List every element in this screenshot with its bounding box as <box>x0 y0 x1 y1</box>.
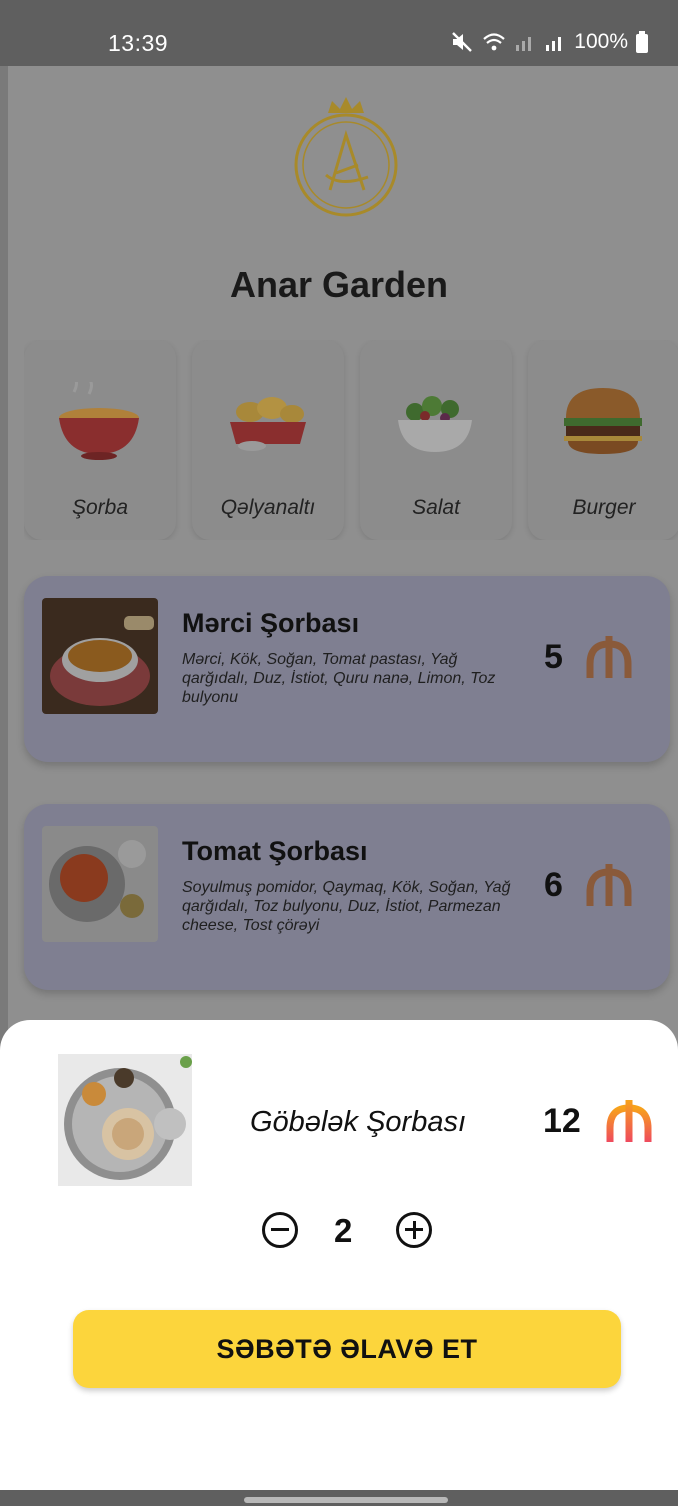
manat-icon <box>586 636 632 678</box>
category-burger[interactable]: Burger <box>528 340 678 540</box>
nuggets-icon <box>230 397 306 451</box>
category-appetizer[interactable]: Qəlyanaltı <box>192 340 344 540</box>
quantity-value: 2 <box>334 1212 353 1249</box>
signal-icon <box>516 37 532 51</box>
menu-item-card[interactable]: Tomat Şorbası Soyulmuş pomidor, Qaymaq, … <box>24 804 670 990</box>
product-price: 12 <box>543 1102 581 1140</box>
menu-item-price: 6 <box>544 866 563 904</box>
wifi-icon <box>483 33 506 51</box>
menu-item-description: Soyulmuş pomidor, Qaymaq, Kök, Soğan, Ya… <box>182 879 511 934</box>
menu-item-card[interactable]: Mərci Şorbası Mərci, Kök, Soğan, Tomat p… <box>24 576 670 762</box>
category-list[interactable]: Şorba Qəlyanaltı Salat Burger <box>24 340 678 540</box>
status-icons: 100% <box>450 30 648 54</box>
salad-icon <box>398 396 472 452</box>
burger-icon <box>564 388 642 454</box>
category-salad[interactable]: Salat <box>360 340 512 540</box>
menu-item-name: Tomat Şorbası <box>182 836 368 866</box>
home-gesture-handle[interactable] <box>244 1497 448 1503</box>
category-label: Şorba <box>71 496 129 519</box>
category-label: Qəlyanaltı <box>220 496 316 519</box>
battery-icon <box>636 31 648 53</box>
manat-icon <box>606 1100 652 1142</box>
menu-item-image <box>42 598 158 714</box>
restaurant-title: Anar Garden <box>229 264 449 305</box>
status-time: 13:39 <box>108 30 169 56</box>
signal-icon <box>546 37 562 51</box>
add-to-cart-sheet: Göbələk Şorbası 12 2 SƏBƏTƏ ƏLAVƏ ET <box>0 1020 678 1490</box>
menu-item-price: 5 <box>544 638 563 676</box>
battery-percent: 100% <box>574 30 628 53</box>
system-nav-bar <box>0 1490 678 1506</box>
menu-item-name: Mərci Şorbası <box>182 608 360 638</box>
menu-item-description: Mərci, Kök, Soğan, Tomat pastası, Yağ qa… <box>182 651 496 706</box>
category-soup[interactable]: Şorba <box>24 340 176 540</box>
decrease-quantity-button[interactable] <box>262 1212 298 1248</box>
menu-item-image <box>42 826 158 942</box>
soup-bowl-icon <box>59 382 139 460</box>
anar-logo-icon <box>294 97 398 217</box>
manat-icon <box>586 864 632 906</box>
add-to-cart-button[interactable]: SƏBƏTƏ ƏLAVƏ ET <box>73 1310 621 1388</box>
product-name: Göbələk Şorbası <box>250 1106 467 1138</box>
status-bar: 13:39 100% <box>0 0 678 66</box>
mute-icon <box>452 32 473 52</box>
category-label: Salat <box>412 496 460 519</box>
product-image <box>58 1054 192 1186</box>
category-label: Burger <box>572 496 636 519</box>
quantity-stepper: 2 <box>262 1212 442 1252</box>
increase-quantity-button[interactable] <box>396 1212 432 1248</box>
